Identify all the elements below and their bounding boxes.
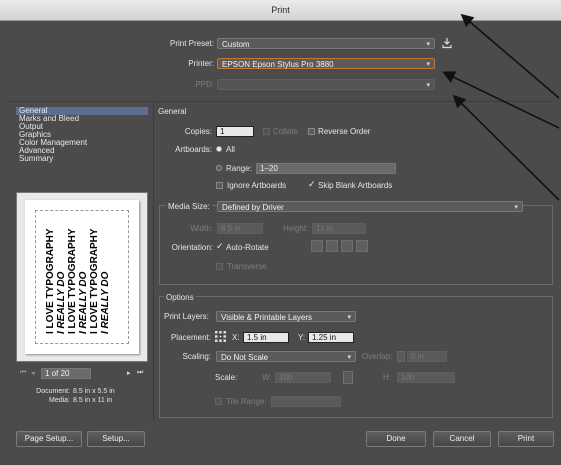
annotation-arrow [460, 13, 560, 99]
annotation-arrow [452, 94, 560, 201]
annotation-arrow [442, 71, 560, 129]
annotation-arrows [442, 13, 560, 201]
